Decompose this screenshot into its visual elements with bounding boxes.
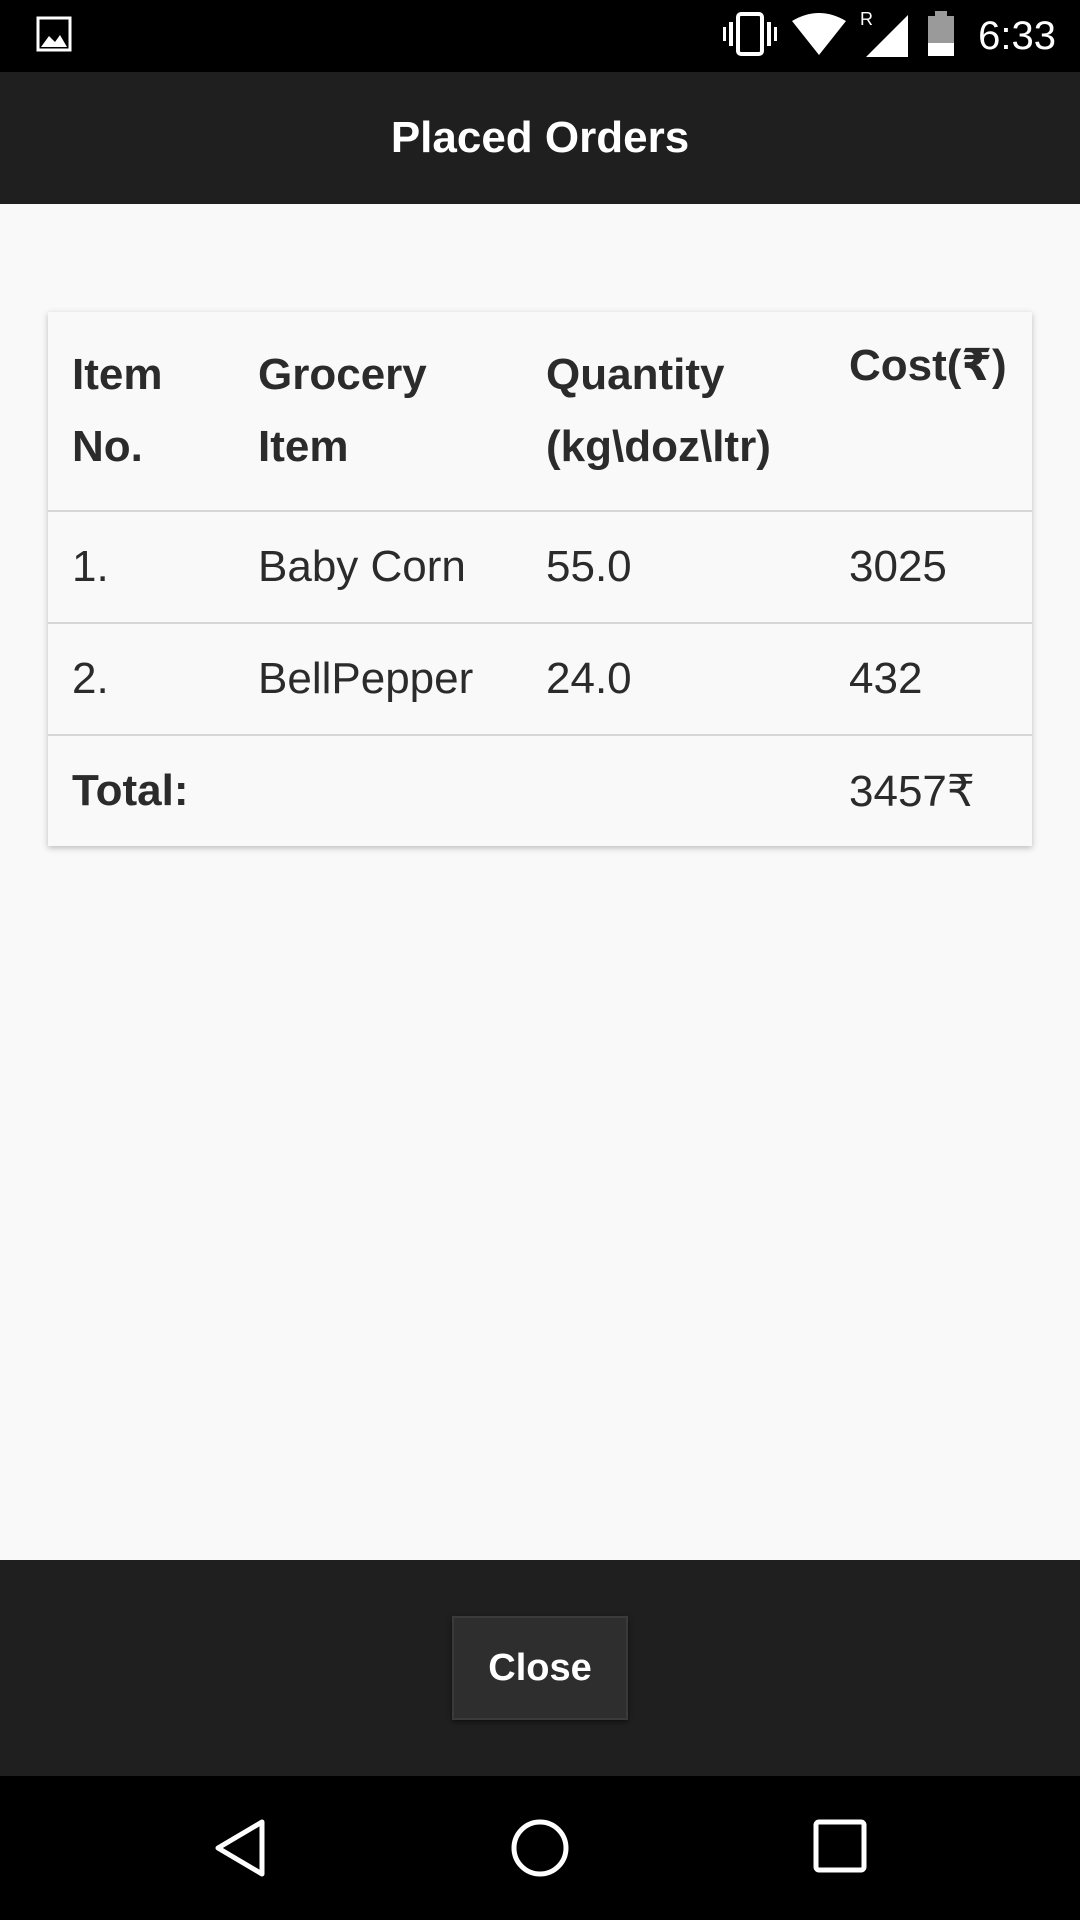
- header-grocery-item: Grocery Item: [234, 312, 522, 511]
- roaming-signal-icon: R: [860, 9, 926, 64]
- svg-text:R: R: [860, 9, 873, 29]
- total-label: Total:: [48, 734, 825, 846]
- vibrate-icon: [722, 11, 792, 61]
- app-header: Placed Orders: [0, 72, 1080, 204]
- dialog-footer: Close: [0, 1560, 1080, 1776]
- header-quantity-line1: Quantity: [546, 350, 725, 399]
- header-grocery-line1: Grocery: [258, 350, 427, 399]
- header-grocery-line2: Item: [258, 422, 349, 471]
- header-item-no-line1: Item: [72, 350, 163, 399]
- status-time: 6:33: [978, 13, 1056, 58]
- header-cost-label: Cost(₹): [849, 341, 1007, 390]
- table-row: 2. BellPepper 24.0 432: [48, 622, 1032, 735]
- page-title: Placed Orders: [390, 113, 690, 162]
- header-cost: Cost(₹): [825, 312, 1032, 511]
- row-item-no: 1.: [48, 510, 234, 623]
- row-quantity: 24.0: [522, 622, 825, 735]
- table-row: 1. Baby Corn 55.0 3025: [48, 510, 1032, 623]
- wifi-icon: [792, 12, 860, 60]
- orders-table-card: Item No. Grocery Item Quantity (kg\doz\l…: [48, 312, 1032, 846]
- back-icon[interactable]: [212, 1818, 268, 1883]
- row-cost: 432: [825, 622, 1032, 735]
- row-grocery-item: Baby Corn: [234, 510, 522, 623]
- home-icon[interactable]: [510, 1818, 570, 1883]
- navigation-bar: [0, 1776, 1080, 1920]
- row-quantity: 55.0: [522, 510, 825, 623]
- status-bar: R 6:33: [0, 0, 1080, 72]
- row-grocery-item: BellPepper: [234, 622, 522, 735]
- row-cost: 3025: [825, 510, 1032, 623]
- total-value: 3457₹: [825, 734, 1032, 846]
- orders-table: Item No. Grocery Item Quantity (kg\doz\l…: [48, 312, 1032, 846]
- row-item-no: 2.: [48, 622, 234, 735]
- recents-icon[interactable]: [812, 1818, 868, 1879]
- table-header-row: Item No. Grocery Item Quantity (kg\doz\l…: [48, 312, 1032, 511]
- battery-icon: [926, 10, 970, 62]
- close-button[interactable]: Close: [452, 1616, 628, 1720]
- total-row: Total: 3457₹: [48, 734, 1032, 846]
- header-quantity-line2: (kg\doz\ltr): [546, 422, 771, 471]
- header-item-no-line2: No.: [72, 422, 143, 471]
- header-quantity: Quantity (kg\doz\ltr): [522, 312, 825, 511]
- header-item-no: Item No.: [48, 312, 234, 511]
- image-icon: [36, 16, 72, 57]
